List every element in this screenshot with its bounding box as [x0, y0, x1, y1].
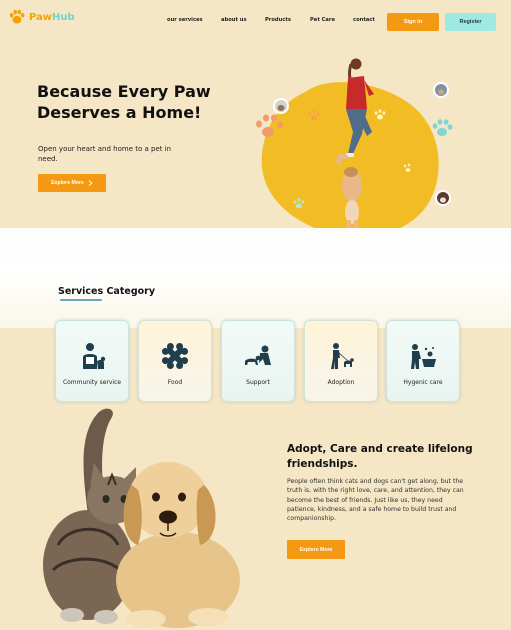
nav-about-us[interactable]: about us [221, 17, 247, 23]
pet-avatar-3 [435, 190, 451, 206]
sign-in-button[interactable]: Sign In [387, 13, 439, 31]
service-card-adoption[interactable]: Adoption [304, 320, 378, 402]
hero-explore-button[interactable]: Explore More [38, 174, 106, 192]
service-card-label: Hygenic care [403, 379, 443, 386]
service-card-food[interactable]: Food [138, 320, 212, 402]
service-card-hygiene[interactable]: Hygenic care [386, 320, 460, 402]
hero-title: Because Every Paw Deserves a Home! [37, 82, 211, 122]
nav-contact[interactable]: contact [353, 17, 375, 23]
bone-icon [161, 342, 189, 370]
dog-bath-icon [411, 344, 436, 369]
adopt-explore-button[interactable]: Explore More [287, 540, 345, 559]
header: PawHub our services about us Products Pe… [0, 0, 511, 44]
pet-avatar-1 [273, 98, 289, 114]
service-card-label: Support [246, 379, 270, 386]
paw-decor-teal [432, 119, 453, 136]
pet-avatar-2 [433, 82, 449, 98]
services-title: Services Category [58, 286, 156, 297]
nav-our-services[interactable]: our services [167, 17, 203, 23]
page: PawHub our services about us Products Pe… [0, 0, 511, 630]
hero-explore-label: Explore More [51, 180, 84, 186]
kitten-and-puppy-image [43, 408, 240, 628]
service-card-label: Community service [62, 379, 122, 386]
service-card-community[interactable]: Community service [55, 320, 129, 402]
nav-products[interactable]: Products [265, 17, 291, 23]
person-with-dog-icon [245, 345, 271, 365]
chevron-right-icon [88, 180, 93, 186]
service-card-label: Food [167, 379, 183, 386]
walking-dog-icon [331, 343, 354, 369]
service-card-support[interactable]: Support [221, 320, 295, 402]
service-card-label: Adoption [327, 379, 355, 386]
services-title-underline [60, 299, 102, 301]
services-band [0, 228, 511, 328]
adopt-explore-label: Explore More [299, 546, 333, 553]
hero-subtitle: Open your heart and home to a pet in nee… [38, 145, 172, 163]
register-button[interactable]: Register [445, 13, 496, 31]
nav-pet-care[interactable]: Pet Care [310, 17, 335, 23]
adopt-description: People often think cats and dogs can't g… [287, 478, 464, 523]
volunteer-with-dog-icon [83, 343, 106, 369]
adopt-title: Adopt, Care and create lifelong friendsh… [287, 443, 473, 470]
